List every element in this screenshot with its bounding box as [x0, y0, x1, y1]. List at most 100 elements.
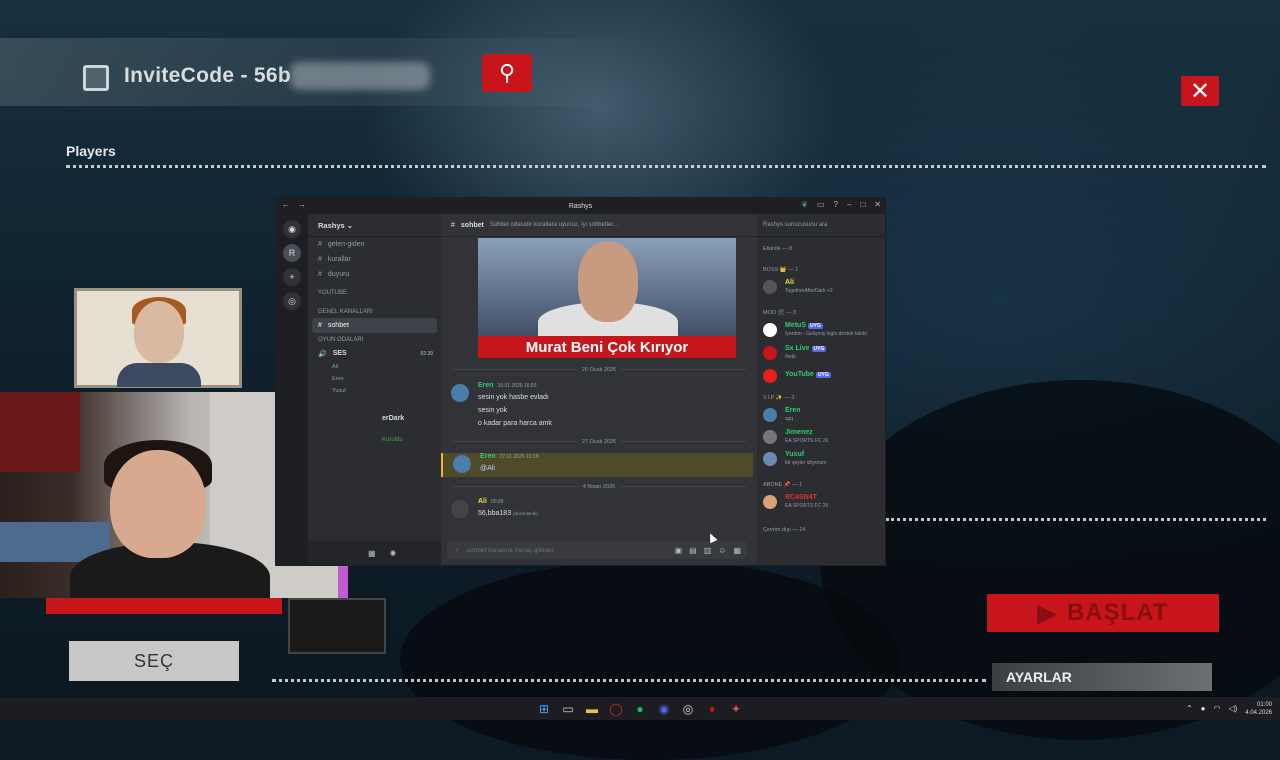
- message-mention[interactable]: Eren 27.01.2026 19:18 @Ali: [441, 453, 753, 477]
- app-icon[interactable]: ♦: [705, 702, 719, 716]
- forward-arrow-icon[interactable]: →: [298, 200, 306, 209]
- member-item[interactable]: YouTube UYG: [763, 367, 883, 385]
- channel-sohbet[interactable]: # sohbet: [312, 318, 437, 333]
- channel-gelen-giden[interactable]: # gelen-giden: [308, 237, 441, 252]
- sticker-icon[interactable]: ▥: [704, 546, 712, 555]
- search-button[interactable]: ⚲: [482, 54, 532, 92]
- chrome-icon[interactable]: ◎: [681, 702, 695, 716]
- category-oyun[interactable]: OYUN ODALARI: [308, 333, 441, 346]
- character-card[interactable]: [74, 288, 242, 388]
- activity-icon[interactable]: ✺: [390, 549, 397, 558]
- select-button[interactable]: SEÇ: [69, 641, 239, 681]
- server-rail: ◉ R + ◎: [276, 214, 308, 565]
- volume-icon[interactable]: ◁): [1228, 704, 1237, 713]
- member-item[interactable]: Ali TogetherAfterDark +2: [763, 278, 883, 296]
- window-close-icon[interactable]: ✕: [874, 200, 881, 209]
- maximize-icon[interactable]: □: [860, 200, 865, 209]
- discord-icon[interactable]: ◉: [657, 702, 671, 716]
- member-name: MetuS: [785, 322, 806, 329]
- edited-label: (düzenlendi): [513, 511, 538, 516]
- game-icon[interactable]: ✦: [729, 702, 743, 716]
- hash-icon: #: [318, 241, 322, 248]
- add-attachment-icon[interactable]: +: [455, 547, 459, 554]
- add-server-icon[interactable]: +: [283, 268, 301, 286]
- explore-icon[interactable]: ◎: [283, 292, 301, 310]
- channel-list: Rashys ⌄ # gelen-giden # kurallar # duyuru …: [308, 214, 441, 565]
- apps-icon[interactable]: ▦: [733, 546, 741, 555]
- avatar[interactable]: [451, 384, 469, 402]
- category-youtube[interactable]: YOUTUBE: [308, 286, 441, 299]
- invite-checkbox[interactable]: [83, 65, 109, 91]
- opera-icon[interactable]: ◯: [609, 702, 623, 716]
- webcam-person-head: [110, 450, 206, 558]
- composer-tools: ▣ ▤ ▥ ☺ ▦: [675, 546, 747, 555]
- voice-limit: 20: [427, 350, 433, 357]
- member-search[interactable]: Rashys sunucusunu ara: [757, 214, 885, 237]
- chevron-up-icon[interactable]: ⌃: [1186, 704, 1193, 713]
- activity-card[interactable]: erDark: [308, 411, 441, 426]
- invite-code-redaction: [290, 62, 430, 90]
- back-arrow-icon[interactable]: ←: [282, 200, 290, 209]
- member-item[interactable]: Eren aşq: [763, 406, 883, 424]
- gift-icon[interactable]: ▣: [675, 546, 683, 555]
- member-item[interactable]: Sx Live UYG /help: [763, 344, 883, 362]
- date-divider: 27 Ocak 2026: [451, 439, 747, 445]
- message-composer[interactable]: + sohbet kanalına mesaj gönder ▣ ▤ ▥ ☺ ▦: [447, 541, 747, 559]
- member-status: EA SPORTS FC 26: [785, 503, 829, 509]
- voice-user-name: Yusuf: [332, 388, 346, 394]
- file-explorer-icon[interactable]: ▬: [585, 702, 599, 716]
- channel-kurallar[interactable]: # kurallar: [308, 252, 441, 267]
- timestamp: 20.01.2026 16:56: [497, 383, 537, 389]
- hash-icon: #: [451, 221, 455, 229]
- minimize-icon[interactable]: –: [847, 200, 851, 209]
- channel-duyuru[interactable]: # duyuru: [308, 267, 441, 282]
- character-thumbnail[interactable]: [288, 598, 386, 654]
- member-status: EA SPORTS FC 26: [785, 438, 829, 444]
- member-item[interactable]: Yusuf bir şeyler izliyorum: [763, 450, 883, 468]
- member-item[interactable]: Jimenez EA SPORTS FC 26: [763, 428, 883, 446]
- member-item[interactable]: MetuS UYG /yardım - Gelişmiş loglu destek…: [763, 321, 883, 339]
- dotted-divider: [272, 679, 986, 682]
- grid-icon[interactable]: ▦: [368, 549, 376, 558]
- discord-home-icon[interactable]: ◉: [283, 220, 301, 238]
- gif-icon[interactable]: ▤: [689, 546, 697, 555]
- dotted-divider: [66, 165, 1266, 168]
- message[interactable]: Ali 00:09 56,bba183 (düzenlendi): [451, 498, 747, 522]
- spotify-icon[interactable]: ●: [633, 702, 647, 716]
- voice-user[interactable]: Eren: [308, 373, 441, 385]
- server-icon[interactable]: R: [283, 244, 301, 262]
- wifi-icon[interactable]: ◠: [1213, 704, 1220, 713]
- avatar[interactable]: [451, 500, 469, 518]
- close-button[interactable]: ✕: [1181, 76, 1219, 106]
- taskbar: ⊞ ▭ ▬ ◯ ● ◉ ◎ ♦ ✦: [0, 697, 1280, 720]
- voice-user[interactable]: Yusuf: [308, 385, 441, 397]
- clock[interactable]: 01:00 4.04.2026: [1245, 701, 1272, 717]
- start-button[interactable]: ▶ BAŞLAT: [987, 594, 1219, 632]
- user-panel: ▦ ✺: [308, 541, 441, 565]
- window-controls: ❦ ▭ ? – □ ✕: [801, 200, 881, 209]
- group-label: V.I.P ✨ — 3: [763, 395, 795, 401]
- leaf-icon[interactable]: ❦: [801, 200, 808, 209]
- date-label: 27 Ocak 2026: [577, 439, 621, 445]
- hash-icon: #: [318, 322, 322, 329]
- member-item[interactable]: RC4SN4T EA SPORTS FC 26: [763, 493, 883, 511]
- activity-name: erDark: [382, 415, 405, 422]
- category-genel[interactable]: GENEL KANALLARI: [308, 305, 441, 318]
- inbox-icon[interactable]: ▭: [817, 200, 825, 209]
- voice-channel-ses[interactable]: 🔊 SES 03 20: [308, 346, 441, 361]
- server-header[interactable]: Rashys ⌄: [308, 214, 441, 237]
- composer-input[interactable]: sohbet kanalına mesaj gönder: [467, 547, 554, 554]
- voice-user[interactable]: Ali: [308, 361, 441, 373]
- message-text: sesin yok hasbe evladı: [478, 394, 549, 401]
- windows-start-icon[interactable]: ⊞: [537, 702, 551, 716]
- message[interactable]: Eren 20.01.2026 16:56 sesin yok hasbe evl…: [451, 382, 747, 432]
- start-button-label: BAŞLAT: [1066, 599, 1169, 626]
- speaker-icon: 🔊: [318, 350, 327, 358]
- emoji-icon[interactable]: ☺: [718, 546, 726, 555]
- search-icon[interactable]: ▭: [561, 702, 575, 716]
- settings-button[interactable]: AYARLAR: [992, 663, 1212, 691]
- help-icon[interactable]: ?: [834, 200, 838, 209]
- meme-image[interactable]: Murat Beni Çok Kırıyor: [478, 238, 736, 358]
- avatar[interactable]: [453, 455, 471, 473]
- microphone-icon[interactable]: ●: [1201, 704, 1206, 713]
